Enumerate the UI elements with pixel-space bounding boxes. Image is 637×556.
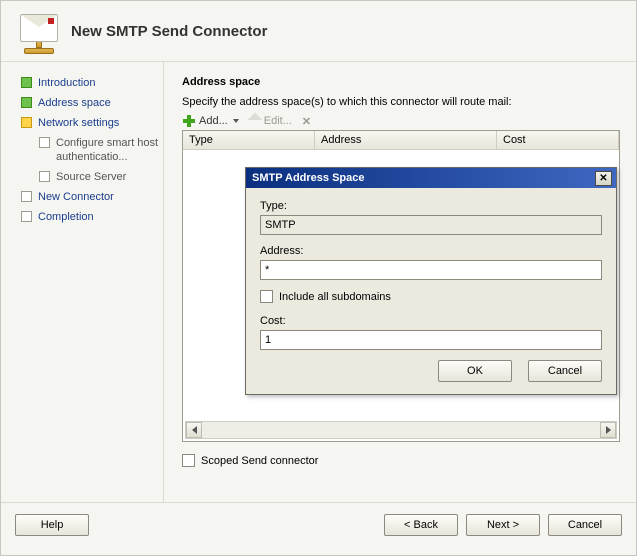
sidebar: Introduction Address space Network setti… (1, 62, 163, 502)
horizontal-scrollbar[interactable] (185, 421, 617, 439)
scroll-right-button[interactable] (600, 422, 616, 438)
wizard-footer: Help < Back Next > Cancel (1, 502, 636, 547)
address-label: Address: (260, 245, 602, 257)
page-heading: Address space (182, 76, 620, 88)
wizard-window: New SMTP Send Connector Introduction Add… (0, 0, 637, 556)
ok-button[interactable]: OK (438, 360, 512, 382)
address-field[interactable] (260, 260, 602, 280)
sidebar-item-introduction[interactable]: Introduction (21, 76, 159, 90)
step-status-icon (21, 191, 32, 202)
wizard-title: New SMTP Send Connector (71, 23, 267, 40)
smtp-address-space-dialog: SMTP Address Space ✕ Type: Address: Incl… (245, 167, 617, 395)
scroll-left-button[interactable] (186, 422, 202, 438)
scoped-label: Scoped Send connector (201, 455, 318, 467)
cost-label: Cost: (260, 315, 602, 327)
step-status-icon (21, 211, 32, 222)
add-button[interactable]: Add... (182, 114, 239, 128)
step-status-icon (39, 171, 50, 182)
help-button[interactable]: Help (15, 514, 89, 536)
cancel-button[interactable]: Cancel (548, 514, 622, 536)
sidebar-item-new-connector[interactable]: New Connector (21, 190, 159, 204)
edit-button: Edit... (249, 115, 292, 127)
step-status-icon (39, 137, 50, 148)
edit-label: Edit... (264, 115, 292, 127)
column-header-address[interactable]: Address (315, 131, 497, 149)
type-label: Type: (260, 200, 602, 212)
sidebar-item-completion[interactable]: Completion (21, 210, 159, 224)
column-header-type[interactable]: Type (183, 131, 315, 149)
x-icon: ✕ (302, 115, 311, 128)
dialog-title: SMTP Address Space (252, 172, 365, 184)
toolbar: Add... Edit... ✕ (182, 114, 620, 128)
back-button[interactable]: < Back (384, 514, 458, 536)
wizard-header: New SMTP Send Connector (1, 1, 636, 62)
plus-icon (182, 114, 196, 128)
dialog-cancel-button[interactable]: Cancel (528, 360, 602, 382)
pencil-icon (246, 113, 263, 130)
include-subdomains-checkbox[interactable] (260, 290, 273, 303)
step-status-icon (21, 117, 32, 128)
dialog-content: Type: Address: Include all subdomains Co… (246, 188, 616, 394)
type-field (260, 215, 602, 235)
sidebar-item-smart-host-auth[interactable]: Configure smart host authenticatio... (39, 136, 159, 164)
include-subdomains-label: Include all subdomains (279, 291, 391, 303)
scoped-row: Scoped Send connector (182, 454, 620, 467)
delete-button: ✕ (302, 115, 311, 128)
sidebar-item-source-server[interactable]: Source Server (39, 170, 159, 184)
instruction-text: Specify the address space(s) to which th… (182, 96, 620, 108)
header-icon-wrap (13, 14, 65, 48)
scoped-checkbox[interactable] (182, 454, 195, 467)
envelope-icon (20, 14, 58, 42)
dropdown-caret-icon (233, 119, 239, 123)
add-label: Add... (199, 115, 228, 127)
arrow-right-icon (606, 426, 611, 434)
column-header-cost[interactable]: Cost (497, 131, 619, 149)
sidebar-item-network-settings[interactable]: Network settings (21, 116, 159, 130)
arrow-left-icon (192, 426, 197, 434)
dialog-titlebar[interactable]: SMTP Address Space ✕ (246, 168, 616, 188)
close-icon: ✕ (599, 173, 607, 184)
step-status-icon (21, 97, 32, 108)
close-button[interactable]: ✕ (595, 171, 612, 186)
divider (163, 62, 164, 502)
cost-field[interactable] (260, 330, 602, 350)
step-status-icon (21, 77, 32, 88)
next-button[interactable]: Next > (466, 514, 540, 536)
list-header: Type Address Cost (183, 131, 619, 150)
sidebar-item-address-space[interactable]: Address space (21, 96, 159, 110)
scroll-track[interactable] (202, 422, 600, 438)
